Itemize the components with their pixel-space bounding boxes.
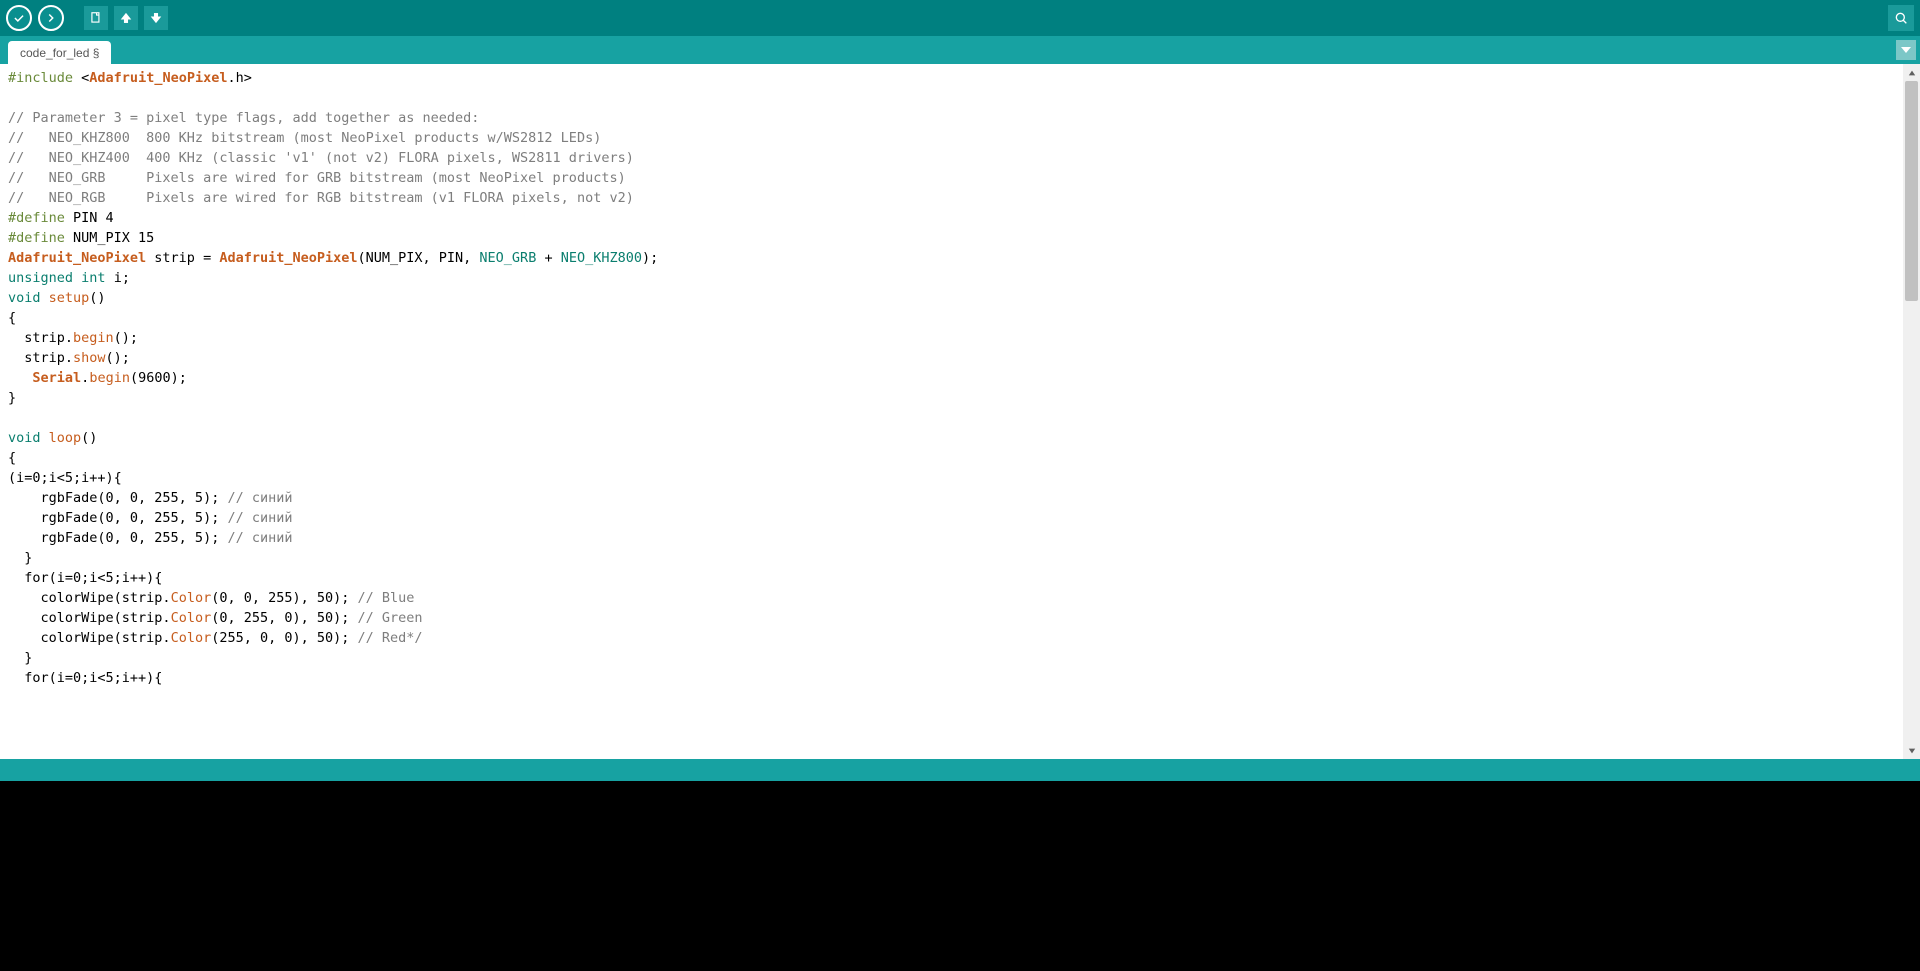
save-button[interactable] [144,6,168,30]
scroll-thumb[interactable] [1905,81,1918,301]
editor-area: #include <Adafruit_NeoPixel.h> // Parame… [0,64,1920,759]
verify-button[interactable] [6,5,32,31]
arduino-ide-window: code_for_led § #include <Adafruit_NeoPix… [0,0,1920,971]
open-button[interactable] [114,6,138,30]
code-editor[interactable]: #include <Adafruit_NeoPixel.h> // Parame… [0,64,1903,759]
tab-dropdown-button[interactable] [1896,40,1916,60]
scroll-track[interactable] [1903,81,1920,742]
toolbar [0,0,1920,36]
new-button[interactable] [84,6,108,30]
tab-bar: code_for_led § [0,36,1920,64]
upload-button[interactable] [38,5,64,31]
tab-label: code_for_led § [20,46,99,60]
scroll-down-arrow[interactable] [1903,742,1920,759]
console-area [0,781,1920,971]
vertical-scrollbar[interactable] [1903,64,1920,759]
status-bar [0,759,1920,781]
scroll-up-arrow[interactable] [1903,64,1920,81]
tab-code-for-led[interactable]: code_for_led § [8,41,111,64]
serial-monitor-button[interactable] [1888,5,1914,31]
